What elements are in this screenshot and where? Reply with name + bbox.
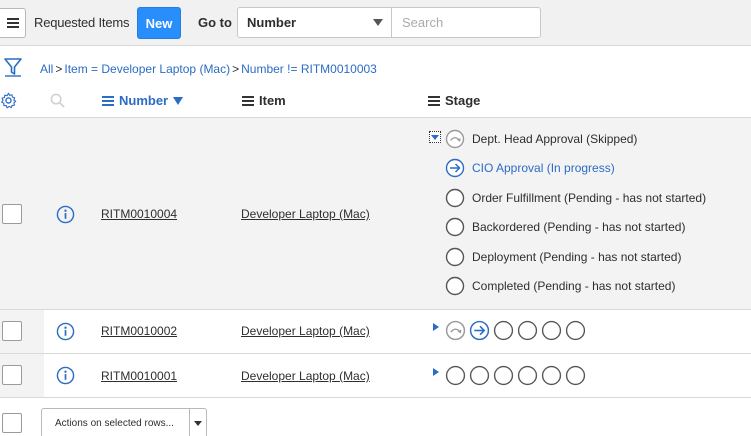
search-input[interactable] (391, 7, 541, 38)
stage-pending-icon (541, 365, 562, 386)
stage-label: Completed (Pending - has not started) (472, 279, 676, 293)
column-menu-icon[interactable] (428, 95, 440, 106)
list-menu-button[interactable] (0, 8, 26, 38)
record-number-link[interactable]: RITM0010001 (101, 369, 177, 383)
stage-summary[interactable] (445, 365, 589, 386)
stage-label: Dept. Head Approval (Skipped) (472, 132, 638, 146)
stage-pending-icon (493, 320, 514, 341)
row-select-checkbox[interactable] (2, 365, 22, 385)
info-icon[interactable] (56, 322, 75, 341)
stage-pending-icon (565, 320, 586, 341)
stage-item: Deployment (Pending - has not started) (445, 247, 681, 267)
stage-summary[interactable] (445, 320, 589, 341)
select-all-checkbox[interactable] (2, 413, 22, 433)
sort-descending-icon (173, 96, 184, 105)
filter-funnel-icon[interactable] (3, 56, 23, 78)
stage-label: CIO Approval (In progress) (472, 161, 615, 175)
stage-pending-icon (445, 217, 465, 237)
breadcrumb-item-filter[interactable]: Item = Developer Laptop (Mac) (64, 62, 230, 76)
new-button[interactable]: New (137, 7, 181, 39)
stage-pending-icon (445, 247, 465, 267)
stage-skipped-icon (445, 129, 465, 149)
column-header-stage-label: Stage (445, 93, 481, 108)
row-select-checkbox[interactable] (2, 321, 22, 341)
actions-on-selected-rows-select[interactable]: Actions on selected rows... (41, 408, 207, 436)
column-header-item-label: Item (259, 93, 286, 108)
chevron-down-icon (189, 409, 206, 436)
item-link[interactable]: Developer Laptop (Mac) (241, 207, 370, 221)
column-header-number[interactable]: Number (102, 93, 184, 108)
column-header-item[interactable]: Item (242, 93, 286, 108)
table-row: RITM0010001 Developer Laptop (Mac) (0, 354, 751, 398)
goto-field-value: Number (247, 15, 297, 30)
stage-pending-icon (469, 365, 490, 386)
stage-pending-icon (445, 188, 465, 208)
row-select-checkbox[interactable] (2, 204, 22, 224)
record-number-link[interactable]: RITM0010004 (101, 207, 177, 221)
search-icon[interactable] (49, 92, 66, 109)
goto-field-select[interactable]: Number (237, 7, 392, 38)
record-number-link[interactable]: RITM0010002 (101, 324, 177, 338)
stage-item: CIO Approval (In progress) (445, 158, 615, 178)
stage-label: Deployment (Pending - has not started) (472, 250, 682, 264)
hamburger-menu-icon (6, 18, 19, 28)
stage-in-progress-icon (469, 320, 490, 341)
stage-item: Backordered (Pending - has not started) (445, 217, 685, 237)
column-header-number-label: Number (119, 93, 169, 108)
column-header-stage[interactable]: Stage (428, 93, 480, 108)
caret-right-icon[interactable] (433, 368, 439, 376)
breadcrumb-separator: > (232, 62, 240, 76)
stage-pending-icon (541, 320, 562, 341)
caret-right-icon[interactable] (433, 323, 439, 331)
stage-item: Completed (Pending - has not started) (445, 276, 675, 296)
stage-item: Dept. Head Approval (Skipped) (445, 129, 637, 149)
stage-pending-icon (565, 365, 586, 386)
goto-label: Go to (198, 15, 232, 30)
table-row: RITM0010002 Developer Laptop (Mac) (0, 310, 751, 354)
info-icon[interactable] (56, 366, 75, 385)
stage-label: Backordered (Pending - has not started) (472, 220, 686, 234)
table-row: RITM0010004 Developer Laptop (Mac) Dept.… (0, 117, 751, 310)
stage-pending-icon (445, 365, 466, 386)
list-header: Requested Items New Go to Number (0, 0, 751, 46)
stage-label: Order Fulfillment (Pending - has not sta… (472, 191, 707, 205)
item-link[interactable]: Developer Laptop (Mac) (241, 369, 370, 383)
stage-in-progress-icon (445, 158, 465, 178)
stage-pending-icon (517, 320, 538, 341)
gear-icon[interactable] (0, 92, 17, 109)
list-title: Requested Items (34, 15, 130, 30)
info-icon[interactable] (56, 205, 75, 224)
breadcrumb-number-filter[interactable]: Number != RITM0010003 (241, 62, 377, 76)
breadcrumb-separator: > (55, 62, 63, 76)
stage-collapse-toggle[interactable] (429, 131, 441, 143)
item-link[interactable]: Developer Laptop (Mac) (241, 324, 370, 338)
stage-pending-icon (445, 276, 465, 296)
stage-skipped-icon (445, 320, 466, 341)
stage-item: Order Fulfillment (Pending - has not sta… (445, 188, 706, 208)
actions-select-label: Actions on selected rows... (55, 417, 174, 429)
column-menu-icon[interactable] (242, 95, 254, 106)
column-menu-icon[interactable] (102, 95, 114, 106)
breadcrumb-all[interactable]: All (40, 62, 53, 76)
chevron-down-icon (373, 19, 383, 26)
stage-pending-icon (493, 365, 514, 386)
stage-pending-icon (517, 365, 538, 386)
breadcrumb: All > Item = Developer Laptop (Mac) > Number… (40, 62, 377, 76)
caret-down-icon (431, 135, 439, 140)
